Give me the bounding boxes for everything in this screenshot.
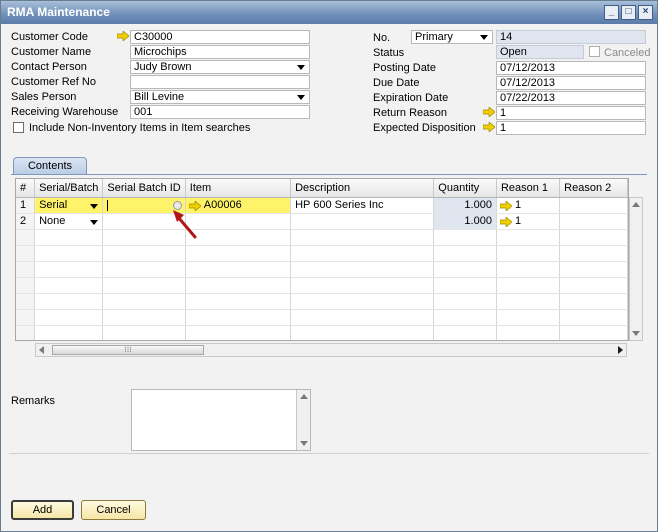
customer-code-label: Customer Code [11, 31, 89, 43]
table-row[interactable] [16, 245, 628, 262]
text-cursor [107, 199, 109, 211]
reason1-cell[interactable]: 1 [496, 213, 561, 230]
status-field: Open [496, 45, 584, 59]
scroll-right-icon[interactable] [618, 346, 623, 354]
customer-ref-field[interactable] [130, 75, 310, 89]
quantity-cell[interactable]: 1.000 [433, 213, 497, 230]
contact-person-dropdown[interactable]: Judy Brown [130, 60, 310, 74]
table-row[interactable] [16, 229, 628, 246]
cancel-button[interactable]: Cancel [81, 500, 146, 520]
minimize-icon[interactable]: _ [604, 5, 619, 20]
rma-maintenance-window: RMA Maintenance _ □ × Customer Code C300… [0, 0, 658, 532]
row-number[interactable]: 1 [16, 197, 36, 214]
serial-batch-cell[interactable]: Serial [34, 197, 104, 214]
annotation-arrow-icon [173, 210, 197, 239]
sales-person-dropdown[interactable]: Bill Levine [130, 90, 310, 104]
close-icon[interactable]: × [638, 5, 653, 20]
title-bar: RMA Maintenance _ □ × [1, 1, 657, 24]
reason2-cell[interactable] [559, 197, 628, 214]
contents-grid: # Serial/Batch Serial Batch ID Item Desc… [15, 178, 629, 341]
maximize-icon[interactable]: □ [621, 5, 636, 20]
description-cell[interactable]: HP 600 Series Inc [290, 197, 435, 214]
customer-name-label: Customer Name [11, 46, 92, 58]
canceled-checkbox[interactable] [589, 46, 600, 57]
reason2-cell[interactable] [559, 213, 628, 230]
scroll-down-icon[interactable] [300, 441, 308, 446]
grid-vertical-scrollbar[interactable] [629, 197, 643, 341]
reason1-cell[interactable]: 1 [496, 197, 561, 214]
due-date-field[interactable]: 07/12/2013 [496, 76, 646, 90]
col-header-item[interactable]: Item [185, 179, 292, 198]
table-row[interactable] [16, 261, 628, 278]
customer-code-field[interactable]: C30000 [130, 30, 310, 44]
return-reason-link-arrow-icon[interactable] [483, 107, 495, 117]
scroll-down-icon[interactable] [632, 331, 640, 336]
sales-person-label: Sales Person [11, 91, 77, 103]
grid-horizontal-scrollbar[interactable]: ⁝⁝⁝ [35, 343, 627, 357]
tab-divider [11, 174, 647, 175]
expiration-date-field[interactable]: 07/22/2013 [496, 91, 646, 105]
footer-divider [9, 453, 649, 454]
remarks-scrollbar[interactable] [296, 390, 310, 450]
table-row[interactable] [16, 325, 628, 340]
remarks-label: Remarks [11, 395, 56, 407]
status-label: Status [373, 47, 405, 59]
horizontal-scroll-thumb[interactable]: ⁝⁝⁝ [52, 345, 204, 355]
scroll-up-icon[interactable] [632, 202, 640, 207]
customer-name-field[interactable]: Microchips [130, 45, 310, 59]
posting-date-label: Posting Date [373, 62, 436, 74]
window-controls: _ □ × [604, 5, 653, 20]
table-row[interactable] [16, 293, 628, 310]
customer-ref-label: Customer Ref No [11, 76, 96, 88]
remarks-textarea[interactable] [131, 389, 311, 451]
item-cell[interactable]: A00006 [185, 197, 292, 214]
table-row[interactable]: 2 None 1.000 1 [16, 213, 628, 230]
return-reason-label: Return Reason [373, 107, 447, 119]
reason1-link-arrow-icon[interactable] [499, 200, 512, 211]
item-cell[interactable] [185, 213, 292, 230]
tab-contents[interactable]: Contents [13, 157, 87, 175]
col-header-reason2[interactable]: Reason 2 [559, 179, 628, 198]
col-header-reason1[interactable]: Reason 1 [496, 179, 561, 198]
series-dropdown[interactable]: Primary [411, 30, 493, 44]
col-header-serial-batch[interactable]: Serial/Batch [34, 179, 104, 198]
doc-number-field: 14 [496, 30, 646, 44]
warehouse-field[interactable]: 001 [130, 105, 310, 119]
contact-person-label: Contact Person [11, 61, 87, 73]
canceled-label: Canceled [604, 47, 651, 59]
item-value: A00006 [203, 199, 242, 211]
reason1-link-arrow-icon[interactable] [499, 216, 512, 227]
scroll-up-icon[interactable] [300, 394, 308, 399]
return-reason-field[interactable]: 1 [496, 106, 646, 120]
window-title: RMA Maintenance [7, 5, 110, 19]
quantity-cell[interactable]: 1.000 [433, 197, 497, 214]
col-header-quantity[interactable]: Quantity [433, 179, 497, 198]
reason1-value: 1 [514, 199, 522, 211]
posting-date-field[interactable]: 07/12/2013 [496, 61, 646, 75]
customer-link-arrow-icon[interactable] [117, 31, 129, 41]
description-cell[interactable] [290, 213, 435, 230]
contents-table: # Serial/Batch Serial Batch ID Item Desc… [16, 179, 628, 340]
table-row[interactable] [16, 277, 628, 294]
serial-batch-cell[interactable]: None [34, 213, 104, 230]
disposition-label: Expected Disposition [373, 122, 476, 134]
include-non-inventory-label: Include Non-Inventory Items in Item sear… [29, 122, 251, 134]
grid-header-row: # Serial/Batch Serial Batch ID Item Desc… [16, 179, 628, 198]
col-header-description[interactable]: Description [290, 179, 435, 198]
table-row[interactable] [16, 309, 628, 326]
warehouse-label: Receiving Warehouse [11, 106, 119, 118]
include-non-inventory-checkbox[interactable] [13, 122, 24, 133]
due-date-label: Due Date [373, 77, 420, 89]
disposition-field[interactable]: 1 [496, 121, 646, 135]
reason1-value: 1 [514, 215, 522, 227]
doc-no-label: No. [373, 32, 391, 44]
col-header-rownum[interactable]: # [16, 179, 36, 198]
row-number[interactable]: 2 [16, 213, 36, 230]
expiration-date-label: Expiration Date [373, 92, 449, 104]
col-header-serial-batch-id[interactable]: Serial Batch ID [102, 179, 186, 198]
add-button[interactable]: Add [11, 500, 74, 520]
table-row[interactable]: 1 Serial A00006 HP 600 Series Inc 1.000 [16, 197, 628, 214]
disposition-link-arrow-icon[interactable] [483, 122, 495, 132]
scroll-left-icon[interactable] [39, 346, 44, 354]
